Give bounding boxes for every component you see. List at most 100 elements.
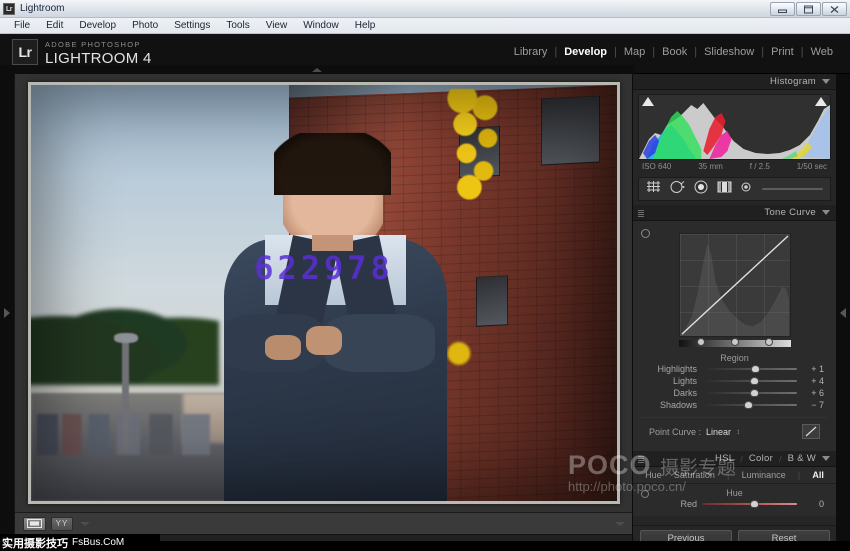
graduated-filter-icon[interactable]: [717, 180, 732, 199]
show-right-panel-button[interactable]: [836, 74, 850, 551]
close-button[interactable]: [822, 2, 847, 16]
menu-item-view[interactable]: View: [258, 19, 296, 32]
point-curve-label: Point Curve :: [649, 427, 701, 437]
identity-plate[interactable]: Lr ADOBE PHOTOSHOP LIGHTROOM 4: [12, 39, 152, 67]
photo-overlay-text: 622978: [254, 249, 394, 287]
toolbar-collapse-caret-icon[interactable]: [615, 522, 625, 526]
spot-circle-icon[interactable]: [670, 180, 685, 199]
slider-knob[interactable]: [750, 389, 759, 397]
edit-point-curve-button[interactable]: [802, 424, 820, 439]
show-left-panel-button[interactable]: [0, 74, 14, 551]
flag-filter-button[interactable]: YY: [51, 517, 73, 531]
hsl-tab-bar: Hue Saturation | Luminance | All: [633, 467, 836, 484]
slider-lights[interactable]: Lights + 4: [641, 375, 828, 387]
window-title: Lightroom: [20, 3, 64, 14]
slider-track[interactable]: [702, 377, 797, 385]
tone-curve-panel-header[interactable]: Tone Curve: [633, 205, 836, 221]
exif-readout: ISO 640 35 mm f / 2.5 1/50 sec: [638, 160, 831, 171]
crop-grid-icon[interactable]: [646, 180, 661, 198]
slider-value: − 7: [802, 400, 824, 410]
tone-curve-graph[interactable]: [679, 233, 791, 337]
histogram-graph[interactable]: [638, 94, 831, 160]
module-develop[interactable]: Develop: [557, 46, 614, 58]
slider-hue-red[interactable]: Red 0: [641, 498, 828, 510]
tone-curve-range-strip[interactable]: [679, 340, 791, 347]
menu-item-develop[interactable]: Develop: [71, 19, 124, 32]
module-slideshow[interactable]: Slideshow: [697, 46, 761, 58]
highlight-clipping-indicator[interactable]: [815, 97, 827, 106]
hsl-panel-header[interactable]: HSL / Color / B & W: [633, 451, 836, 467]
histogram-panel-body: ISO 640 35 mm f / 2.5 1/50 sec: [633, 90, 836, 173]
chevron-down-icon[interactable]: [822, 210, 830, 215]
slider-knob[interactable]: [744, 401, 753, 409]
module-library[interactable]: Library: [507, 46, 555, 58]
module-web[interactable]: Web: [804, 46, 840, 58]
hsl-title-hsl[interactable]: HSL: [715, 453, 734, 464]
shadow-clipping-indicator[interactable]: [642, 97, 654, 106]
tone-curve-split-highlights[interactable]: [765, 338, 773, 346]
toolbar-options-caret-icon[interactable]: [80, 522, 90, 526]
point-curve-value[interactable]: Linear: [706, 427, 731, 437]
slider-track[interactable]: [702, 500, 797, 508]
slider-track[interactable]: [702, 365, 797, 373]
module-map[interactable]: Map: [617, 46, 652, 58]
slider-value: + 4: [802, 376, 824, 386]
hsl-tab-divider: |: [798, 470, 800, 480]
chevron-down-icon[interactable]: [822, 456, 830, 461]
slider-label: Darks: [645, 388, 697, 398]
maximize-button[interactable]: [796, 2, 821, 16]
slider-track[interactable]: [702, 389, 797, 397]
point-curve-stepper-icon[interactable]: ↕: [736, 427, 740, 436]
slider-highlights[interactable]: Highlights + 1: [641, 363, 828, 375]
hsl-title-color[interactable]: Color: [749, 453, 773, 464]
minimize-button[interactable]: [770, 2, 795, 16]
hide-top-panel-button[interactable]: [0, 65, 634, 74]
product-family-label: ADOBE PHOTOSHOP: [45, 40, 152, 50]
develop-tool-strip: [638, 177, 831, 201]
region-label: Region: [641, 353, 828, 363]
slider-knob[interactable]: [750, 377, 759, 385]
menu-item-window[interactable]: Window: [295, 19, 347, 32]
hsl-tab-luminance[interactable]: Luminance: [742, 470, 786, 480]
canvas-toolbar: YY: [15, 512, 633, 534]
hsl-tab-all[interactable]: All: [812, 470, 824, 480]
slider-knob[interactable]: [750, 500, 759, 508]
hsl-tab-saturation[interactable]: Saturation: [674, 470, 715, 480]
slider-track[interactable]: [702, 401, 797, 409]
tone-curve-split-shadows[interactable]: [697, 338, 705, 346]
point-curve-row: Point Curve : Linear ↕: [641, 417, 828, 447]
histogram-panel-header[interactable]: Histogram: [633, 74, 836, 90]
menu-item-edit[interactable]: Edit: [38, 19, 71, 32]
loupe-view-icon[interactable]: [23, 517, 46, 531]
hsl-tab-hue[interactable]: Hue: [645, 470, 662, 480]
slider-darks[interactable]: Darks + 6: [641, 387, 828, 399]
slider-label: Highlights: [645, 364, 697, 374]
tone-curve-split-midtones[interactable]: [731, 338, 739, 346]
brush-icon[interactable]: [741, 180, 753, 198]
menu-item-help[interactable]: Help: [347, 19, 384, 32]
red-eye-icon[interactable]: [694, 180, 708, 199]
chevron-right-icon: [4, 308, 10, 318]
chevron-down-icon[interactable]: [822, 79, 830, 84]
slider-shadows[interactable]: Shadows − 7: [641, 399, 828, 411]
exif-focal-length: 35 mm: [698, 162, 722, 171]
slider-knob[interactable]: [751, 365, 760, 373]
menu-item-tools[interactable]: Tools: [218, 19, 257, 32]
targeted-adjustment-icon[interactable]: [641, 229, 650, 238]
menu-item-settings[interactable]: Settings: [166, 19, 218, 32]
menu-item-photo[interactable]: Photo: [124, 19, 166, 32]
brush-size-slider[interactable]: [762, 188, 823, 190]
hsl-section-label: Hue: [641, 488, 828, 498]
slider-label: Shadows: [645, 400, 697, 410]
hsl-title-bw[interactable]: B & W: [788, 453, 816, 464]
image-canvas[interactable]: 622978: [15, 74, 633, 512]
module-book[interactable]: Book: [655, 46, 694, 58]
module-print[interactable]: Print: [764, 46, 801, 58]
menu-item-file[interactable]: File: [6, 19, 38, 32]
slider-value: 0: [802, 499, 824, 509]
exif-iso: ISO 640: [642, 162, 671, 171]
chevron-left-icon: [840, 308, 846, 318]
photo-image[interactable]: 622978: [31, 85, 617, 501]
targeted-adjustment-icon[interactable]: [641, 490, 649, 498]
histogram-panel-title: Histogram: [770, 76, 816, 87]
